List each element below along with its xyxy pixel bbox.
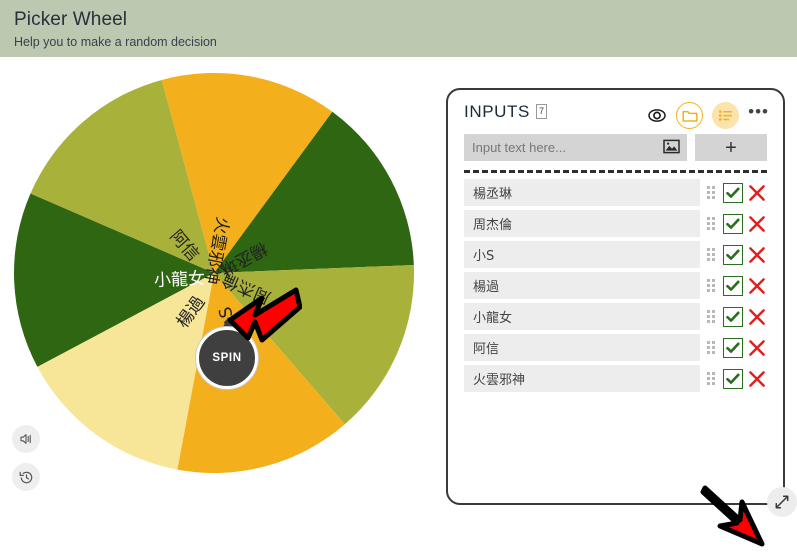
enable-item-checkbox[interactable] [723, 368, 743, 389]
drag-handle-icon[interactable] [702, 303, 720, 330]
drag-handle-icon[interactable] [702, 210, 720, 237]
image-icon [663, 139, 680, 154]
enable-item-checkbox[interactable] [723, 306, 743, 327]
input-list-item: 小S [464, 241, 769, 268]
main-stage: 小龍女阿信火雲邪神楊丞琳周杰倫小S楊過 SPIN INPUTS7 [0, 57, 797, 547]
app-title: Picker Wheel [14, 9, 128, 30]
app-subtitle: Help you to make a random decision [14, 35, 217, 49]
input-list-item: 阿信 [464, 334, 769, 361]
inputs-title-group: INPUTS 7 [464, 102, 547, 122]
close-icon [749, 308, 765, 325]
delete-item-button[interactable] [745, 336, 769, 360]
folder-icon [682, 110, 698, 122]
input-item-name[interactable]: 楊過 [464, 272, 700, 299]
input-list-item: 楊丞琳 [464, 179, 769, 206]
check-icon [726, 373, 740, 384]
check-icon [726, 218, 740, 229]
inputs-panel: INPUTS 7 ••• Input text here... + 楊丞琳 周杰… [446, 88, 797, 517]
delete-item-button[interactable] [745, 274, 769, 298]
wheel-svg[interactable] [14, 73, 414, 473]
input-list-item: 小龍女 [464, 303, 769, 330]
check-icon [726, 311, 740, 322]
close-icon [749, 339, 765, 356]
list-toggle-button[interactable] [712, 102, 740, 129]
drag-handle-icon[interactable] [702, 334, 720, 361]
check-icon [726, 187, 740, 198]
image-upload-button[interactable] [663, 139, 680, 159]
enable-item-checkbox[interactable] [723, 275, 743, 296]
history-icon [19, 471, 32, 483]
delete-item-button[interactable] [745, 181, 769, 205]
eye-icon [648, 109, 666, 122]
input-list-item: 楊過 [464, 272, 769, 299]
check-icon [726, 249, 740, 260]
add-input-row: + [448, 134, 783, 161]
drag-handle-icon[interactable] [702, 272, 720, 299]
expand-panel-button[interactable] [767, 487, 797, 517]
input-item-name[interactable]: 周杰倫 [464, 210, 700, 237]
close-icon [749, 277, 765, 294]
input-list-item: 火雲邪神 [464, 365, 769, 392]
close-icon [749, 246, 765, 263]
close-icon [749, 184, 765, 201]
delete-item-button[interactable] [745, 305, 769, 329]
enable-item-checkbox[interactable] [723, 213, 743, 234]
delete-item-button[interactable] [745, 367, 769, 391]
add-entry-button[interactable]: + [695, 134, 767, 161]
delete-item-button[interactable] [745, 243, 769, 267]
inputs-list: 楊丞琳周杰倫小S 楊過小龍女阿信火雲邪神 [448, 179, 783, 392]
input-item-name[interactable]: 小龍女 [464, 303, 700, 330]
check-icon [726, 280, 740, 291]
close-icon [749, 370, 765, 387]
spin-button[interactable]: SPIN [196, 327, 258, 389]
speaker-icon [20, 434, 31, 444]
text-input-wrapper [464, 134, 687, 161]
drag-handle-icon[interactable] [702, 179, 720, 206]
inputs-count-badge: 7 [535, 104, 547, 119]
app-header: Picker Wheel Help you to make a random d… [0, 0, 797, 57]
panel-divider [464, 170, 767, 173]
input-item-name[interactable]: 小S [464, 241, 700, 268]
check-icon [726, 342, 740, 353]
more-options-button[interactable]: ••• [748, 102, 769, 129]
input-item-name[interactable]: 阿信 [464, 334, 700, 361]
enable-item-checkbox[interactable] [723, 244, 743, 265]
history-button[interactable] [12, 463, 40, 491]
list-icon [719, 110, 733, 121]
eye-toggle-button[interactable] [647, 108, 667, 123]
panel-header-actions: ••• [647, 102, 769, 129]
drag-handle-icon[interactable] [702, 241, 720, 268]
input-list-item: 周杰倫 [464, 210, 769, 237]
expand-icon [775, 495, 789, 509]
delete-item-button[interactable] [745, 212, 769, 236]
enable-item-checkbox[interactable] [723, 182, 743, 203]
input-text-field[interactable] [464, 134, 687, 161]
inputs-panel-header: INPUTS 7 ••• [448, 90, 783, 132]
enable-item-checkbox[interactable] [723, 337, 743, 358]
sound-toggle-button[interactable] [12, 425, 40, 453]
close-icon [749, 215, 765, 232]
input-item-name[interactable]: 火雲邪神 [464, 365, 700, 392]
panel-title: INPUTS [464, 102, 530, 121]
picker-wheel[interactable]: 小龍女 阿信 火雲邪神 楊丞琳 周杰倫 小S 楊過 SPIN [14, 73, 414, 473]
folder-toggle-button[interactable] [676, 102, 704, 129]
input-item-name[interactable]: 楊丞琳 [464, 179, 700, 206]
drag-handle-icon[interactable] [702, 365, 720, 392]
spin-button-label: SPIN [212, 352, 242, 364]
